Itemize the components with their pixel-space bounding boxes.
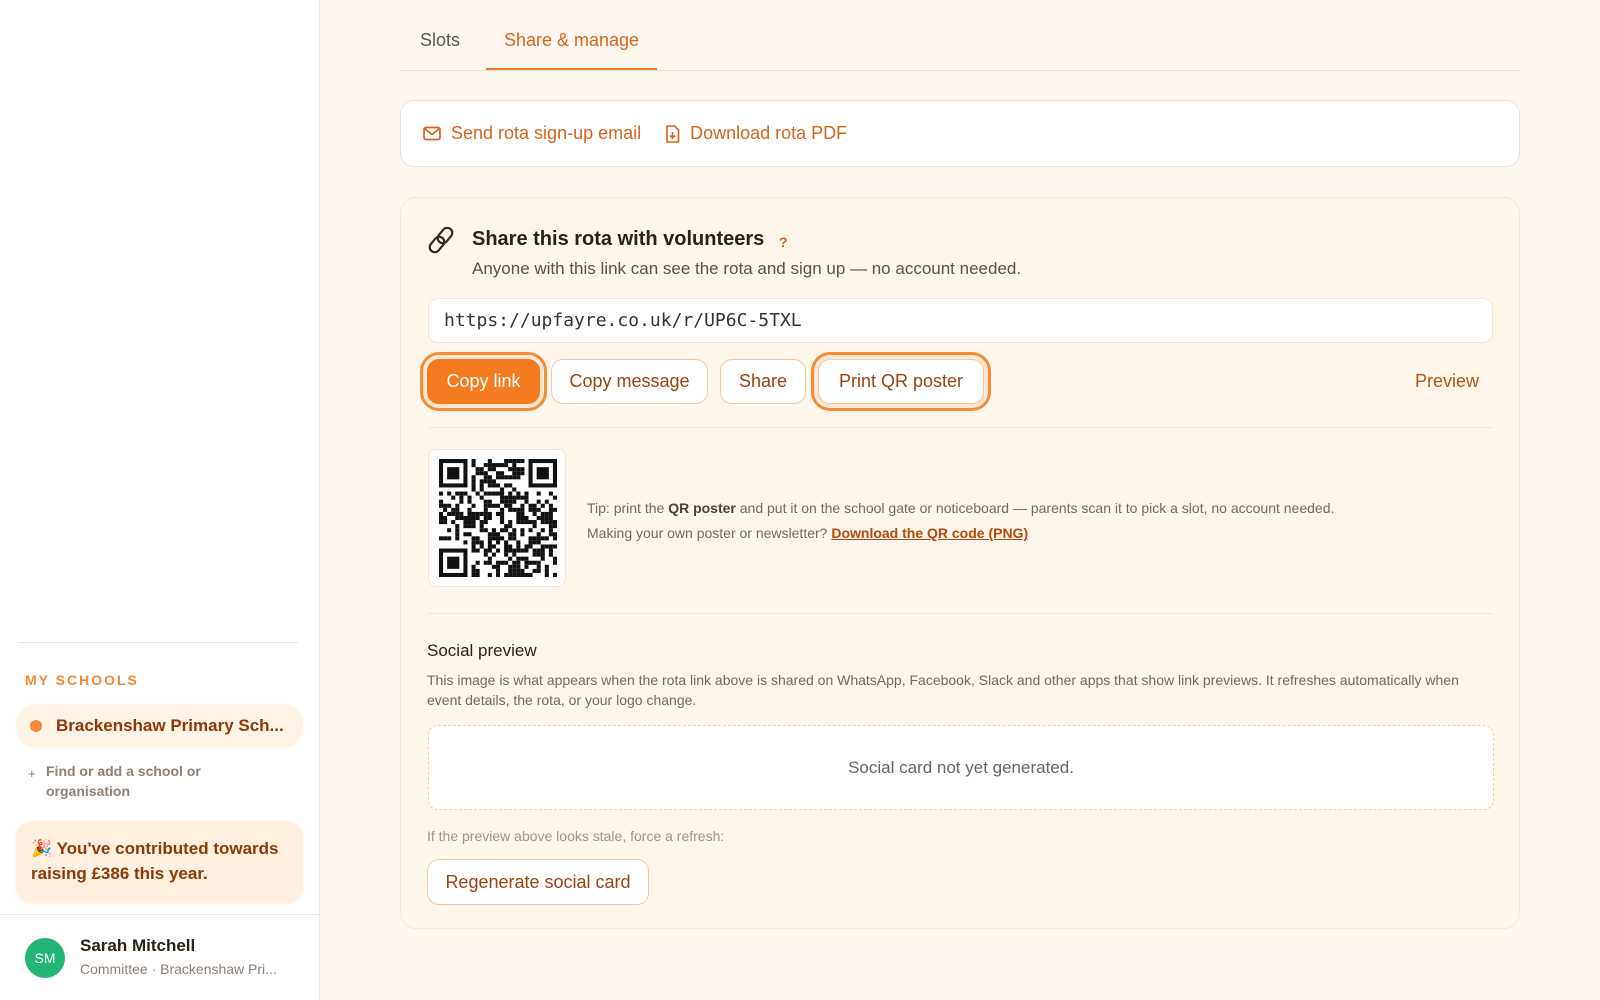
download-qr-link[interactable]: Download the QR code (PNG) xyxy=(831,525,1028,541)
share-rota-card: Share this rota with volunteers ? Anyone… xyxy=(400,197,1520,929)
qr-code-icon xyxy=(439,459,557,577)
share-url-field[interactable]: https://upfayre.co.uk/r/UP6C-5TXL xyxy=(428,298,1493,343)
download-pdf-button[interactable]: Download rota PDF xyxy=(665,123,847,144)
action-bar: Send rota sign-up email Download rota PD… xyxy=(400,100,1520,167)
stale-note: If the preview above looks stale, force … xyxy=(427,828,725,844)
tab-share-manage[interactable]: Share & manage xyxy=(486,30,657,70)
find-school-label: Find or add a school or organisation xyxy=(46,763,201,799)
social-preview-description: This image is what appears when the rota… xyxy=(427,672,1459,708)
link-icon xyxy=(428,226,454,254)
party-icon: 🎉 xyxy=(31,839,53,858)
find-add-school-link[interactable]: + Find or add a school or organisation xyxy=(28,761,226,801)
copy-link-button[interactable]: Copy link xyxy=(427,359,540,404)
my-schools-heading: MY SCHOOLS xyxy=(25,672,139,688)
mail-icon xyxy=(423,126,441,141)
social-card-placeholder: Social card not yet generated. xyxy=(428,725,1494,810)
tip-bold: QR poster xyxy=(668,500,736,516)
send-email-label: Send rota sign-up email xyxy=(451,123,642,143)
print-qr-poster-button[interactable]: Print QR poster xyxy=(818,359,984,404)
tip-prefix: Tip: print the xyxy=(587,500,665,516)
profile-role: Committee · Brackenshaw Pri... xyxy=(80,961,277,977)
share-button[interactable]: Share xyxy=(720,359,806,404)
qr-tip-line-1: Tip: print the QR poster and put it on t… xyxy=(587,496,1334,521)
qr-tip-line-2: Making your own poster or newsletter? Do… xyxy=(587,521,1334,546)
tab-slots[interactable]: Slots xyxy=(420,30,460,68)
tip-line2: Making your own poster or newsletter? xyxy=(587,525,828,541)
file-download-icon xyxy=(666,124,680,143)
tip-suffix: and put it on the school gate or noticeb… xyxy=(739,500,1335,516)
profile-name[interactable]: Sarah Mitchell xyxy=(80,936,195,956)
help-icon[interactable]: ? xyxy=(779,234,788,250)
share-title: Share this rota with volunteers xyxy=(472,228,765,250)
sidebar-item-school[interactable]: Brackenshaw Primary Sch... xyxy=(16,704,303,747)
copy-message-button[interactable]: Copy message xyxy=(551,359,708,404)
section-divider xyxy=(428,613,1493,614)
sidebar: MY SCHOOLS Brackenshaw Primary Sch... + … xyxy=(0,0,320,1000)
social-preview-title: Social preview xyxy=(427,641,537,660)
download-pdf-label: Download rota PDF xyxy=(690,123,848,143)
profile-divider xyxy=(0,914,320,915)
school-dot-icon xyxy=(30,719,42,732)
tab-bar: Slots Share & manage xyxy=(400,22,1520,71)
sidebar-divider xyxy=(18,642,298,643)
regenerate-social-card-button[interactable]: Regenerate social card xyxy=(427,859,649,905)
plus-icon: + xyxy=(28,766,36,781)
qr-code xyxy=(428,449,566,587)
contribution-banner: 🎉 You've contributed towards raising £38… xyxy=(16,821,303,903)
preview-link[interactable]: Preview xyxy=(1415,371,1479,392)
qr-tip: Tip: print the QR poster and put it on t… xyxy=(587,496,1334,546)
contribution-message: You've contributed towards raising £386 … xyxy=(31,839,279,883)
section-divider xyxy=(428,427,1493,428)
school-label: Brackenshaw Primary Sch... xyxy=(56,715,284,735)
share-subtitle: Anyone with this link can see the rota a… xyxy=(472,259,1022,278)
send-signup-email-button[interactable]: Send rota sign-up email xyxy=(423,123,641,144)
avatar[interactable]: SM xyxy=(25,938,65,978)
contribution-text: 🎉 You've contributed towards raising £38… xyxy=(31,836,288,886)
share-button-row: Copy link Copy message Share Print QR po… xyxy=(427,359,1493,404)
